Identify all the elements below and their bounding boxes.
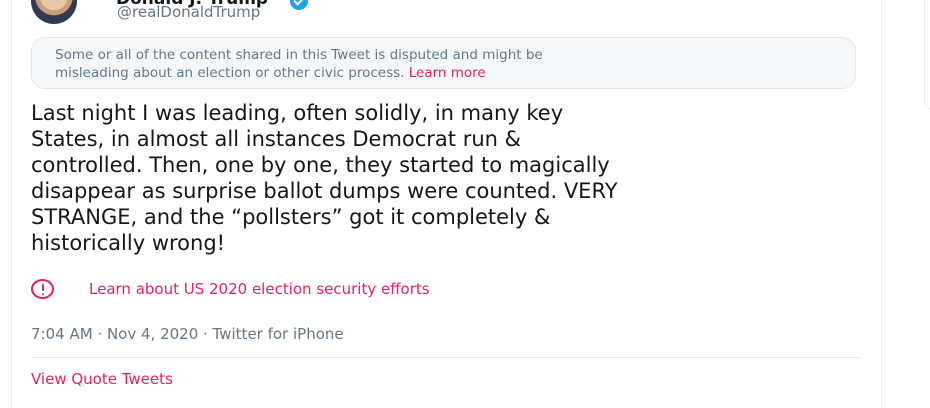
notice-line-2: misleading about an election or other ci… [55,64,855,82]
author-handle[interactable]: @realDonaldTrump [117,3,260,21]
learn-more-link[interactable]: Learn more [409,65,486,81]
tweet-line: STRANGE, and the “pollsters” got it comp… [31,205,551,229]
election-security-link[interactable]: Learn about US 2020 election security ef… [31,276,430,302]
tweet-line: Last night I was leading, often solidly,… [31,101,564,125]
tweet-line: disappear as surprise ballot dumps were … [31,179,618,203]
tweet-line: controlled. Then, one by one, they start… [31,153,610,177]
disputed-notice: Some or all of the content shared in thi… [31,37,856,89]
tweet-line: States, in almost all instances Democrat… [31,127,522,151]
notice-line-1: Some or all of the content shared in thi… [55,47,543,63]
election-security-label[interactable]: Learn about US 2020 election security ef… [89,280,430,298]
notice-line-2-text: misleading about an election or other ci… [55,65,405,81]
sidebar-panel-edge [924,0,930,109]
alert-circle-icon [31,279,54,299]
view-quote-tweets-link[interactable]: View Quote Tweets [31,370,173,388]
tweet-text: Last night I was leading, often solidly,… [31,100,861,256]
divider [31,357,861,358]
tweet-meta[interactable]: 7:04 AM · Nov 4, 2020 · Twitter for iPho… [31,325,344,343]
tweet-line: historically wrong! [31,231,226,255]
right-sidebar [908,0,930,400]
